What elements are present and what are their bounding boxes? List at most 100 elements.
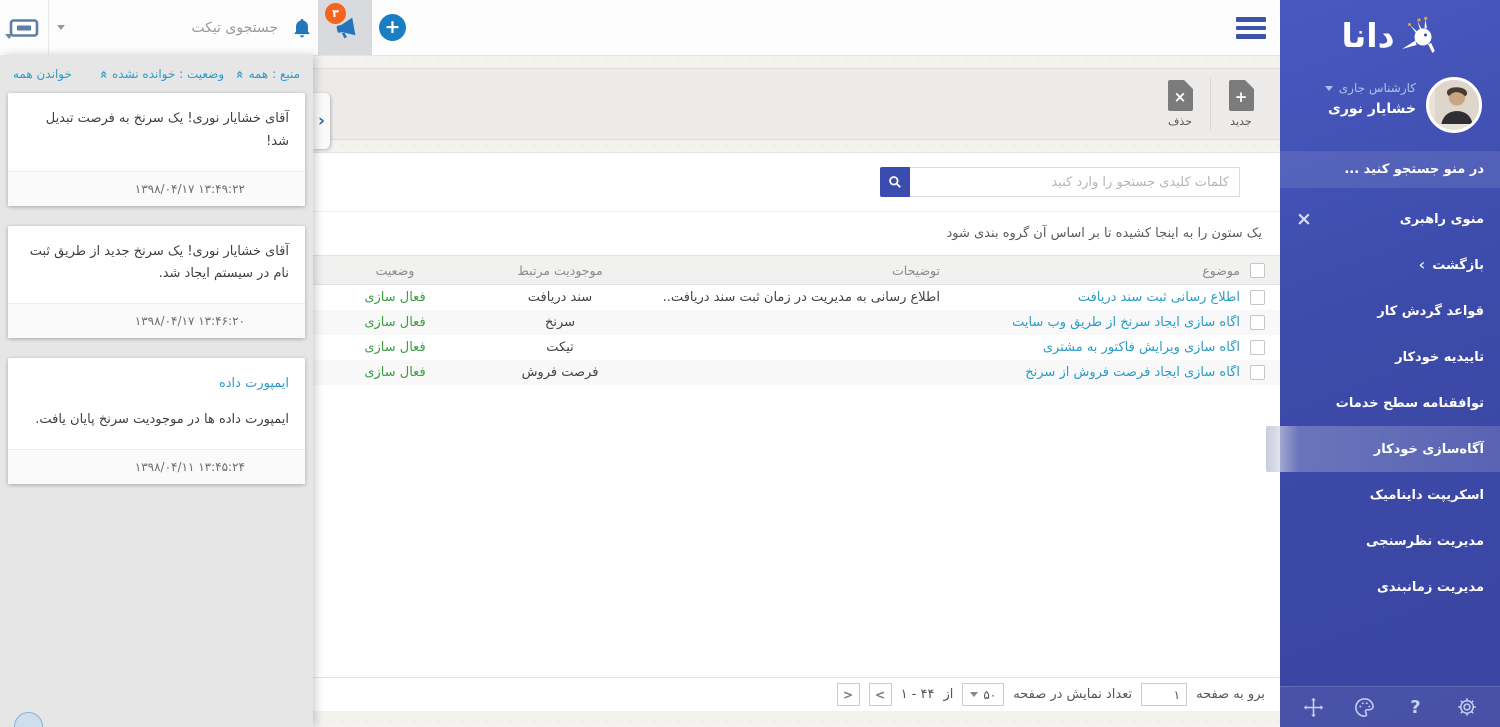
goto-page-input[interactable] xyxy=(1141,683,1187,706)
logo-text: دانا xyxy=(1341,16,1394,55)
notifications-bell-button[interactable] xyxy=(286,0,318,55)
row-subject-link[interactable]: اطلاع رسانی ثبت سند دریافت xyxy=(940,290,1240,305)
sidebar-item-label: توافقنامه سطح خدمات xyxy=(1336,396,1484,411)
quick-add-button[interactable]: + xyxy=(379,14,406,41)
ticket-caret-icon xyxy=(5,34,13,39)
chevron-right-icon: › xyxy=(1419,257,1426,273)
sidebar-item-navigation-menu[interactable]: منوی راهبری × xyxy=(1280,196,1500,242)
search-scope-caret-icon[interactable] xyxy=(57,25,65,30)
row-entity: تیکت xyxy=(465,340,655,355)
theme-button[interactable] xyxy=(1352,694,1378,720)
user-name: خشایار نوری xyxy=(1325,101,1416,117)
help-button[interactable]: ? xyxy=(1403,694,1429,720)
top-bar: ۳ + xyxy=(0,0,1280,56)
announcements-badge: ۳ xyxy=(325,3,346,24)
column-header-status[interactable]: وضعیت xyxy=(325,263,465,278)
close-icon[interactable]: × xyxy=(1296,210,1312,229)
filter-source[interactable]: منبع : همه « xyxy=(236,67,300,82)
next-page-button[interactable]: > xyxy=(869,683,892,706)
notification-card[interactable]: آقای خشایار نوری! یک سرنخ جدید از طریق ث… xyxy=(8,226,305,339)
announcements-button[interactable]: ۳ xyxy=(318,0,372,55)
sidebar-item-label: مدیریت نظرسنجی xyxy=(1366,534,1484,549)
keyword-search-row xyxy=(313,153,1280,212)
plus-icon: + xyxy=(1229,80,1254,111)
delete-button[interactable]: × حذف xyxy=(1151,80,1209,128)
sidebar-item-label: تاییدیه خودکار xyxy=(1395,350,1484,365)
menu-search-input[interactable] xyxy=(1280,151,1500,188)
column-header-entity[interactable]: موجودیت مرتبط xyxy=(465,263,655,278)
sidebar-item-label: مدیریت زمانبندی xyxy=(1377,580,1484,595)
collapse-panel-button[interactable]: ‹ xyxy=(313,93,330,149)
user-role-label: کارشناس جاری xyxy=(1339,81,1416,95)
prev-page-button[interactable]: < xyxy=(837,683,860,706)
pagination-bar: برو به صفحه تعداد نمایش در صفحه ۵۰ از ۱ … xyxy=(313,677,1280,711)
user-role-dropdown[interactable]: کارشناس جاری xyxy=(1325,81,1416,95)
settings-button[interactable] xyxy=(1454,694,1480,720)
notifications-filter-bar: منبع : همه « وضعیت : خوانده نشده « خواند… xyxy=(0,55,313,93)
filter-status[interactable]: وضعیت : خوانده نشده « xyxy=(100,67,225,82)
sidebar-item-workflow-rules[interactable]: قواعد گردش کار xyxy=(1280,288,1500,334)
search-button[interactable] xyxy=(880,167,910,197)
row-checkbox[interactable] xyxy=(1250,315,1265,330)
row-subject-link[interactable]: آگاه سازی ایجاد فرصت فروش از سرنخ xyxy=(940,365,1240,380)
row-entity: سند دریافت xyxy=(465,290,655,305)
bell-icon xyxy=(291,16,313,40)
row-status: فعال سازی xyxy=(325,315,465,330)
sidebar-item-label: منوی راهبری xyxy=(1400,212,1484,227)
column-header-description[interactable]: توضیحات xyxy=(655,263,940,278)
row-subject-link[interactable]: آگاه سازی ویرایش فاکتور به مشتری xyxy=(940,340,1240,355)
per-page-select[interactable]: ۵۰ xyxy=(962,683,1004,706)
ticket-search-input[interactable] xyxy=(72,0,292,55)
table-header-row: موضوع توضیحات موجودیت مرتبط وضعیت xyxy=(313,256,1280,285)
main-content: + جدید × حذف ‹ xyxy=(313,55,1280,727)
sidebar-item-sla[interactable]: توافقنامه سطح خدمات xyxy=(1280,380,1500,426)
sidebar-item-auto-notification[interactable]: آگاه‌سازی خودکار xyxy=(1266,426,1500,472)
sidebar-item-label: آگاه‌سازی خودکار xyxy=(1374,442,1484,457)
sidebar: دانا کارشناس جاری خشایار نوری xyxy=(1280,0,1500,727)
new-button-label: جدید xyxy=(1230,115,1251,128)
notification-card[interactable]: آقای خشایار نوری! یک سرنخ به فرصت تبدیل … xyxy=(8,93,305,206)
group-by-hint: یک ستون را به اینجا کشیده تا بر اساس آن … xyxy=(313,212,1280,256)
new-document-icon: + xyxy=(1229,80,1254,111)
notification-card[interactable]: ایمپورت داده ایمپورت داده ها در موجودیت … xyxy=(8,358,305,484)
row-checkbox[interactable] xyxy=(1250,290,1265,305)
row-entity: فرصت فروش xyxy=(465,365,655,380)
sidebar-item-dynamic-script[interactable]: اسکریپت داینامیک xyxy=(1280,472,1500,518)
keyword-search-input[interactable] xyxy=(910,167,1240,197)
ticket-type-selector[interactable] xyxy=(0,0,49,55)
table-row: آگاه سازی ویرایش فاکتور به مشتری تیکت فع… xyxy=(313,335,1280,360)
chevron-down-icon xyxy=(970,692,978,697)
per-page-label: تعداد نمایش در صفحه xyxy=(1013,687,1132,702)
row-status: فعال سازی xyxy=(325,340,465,355)
row-checkbox[interactable] xyxy=(1250,365,1265,380)
row-subject-link[interactable]: آگاه سازی ایجاد سرنخ از طریق وب سایت xyxy=(940,315,1240,330)
sidebar-item-survey-management[interactable]: مدیریت نظرسنجی xyxy=(1280,518,1500,564)
sidebar-item-schedule-management[interactable]: مدیریت زمانبندی xyxy=(1280,564,1500,610)
app-logo: دانا xyxy=(1280,0,1500,61)
sidebar-item-back[interactable]: بازگشت › xyxy=(1280,242,1500,288)
column-header-subject[interactable]: موضوع xyxy=(940,263,1240,278)
chevron-down-icon: « xyxy=(233,70,248,78)
move-button[interactable] xyxy=(1301,694,1327,720)
plus-icon: + xyxy=(385,18,401,37)
notification-timestamp: ۱۳۹۸/۰۴/۱۷ ۱۳:۴۶:۲۰ xyxy=(8,303,305,338)
delete-document-icon: × xyxy=(1168,80,1193,111)
range-value: ۱ - ۴۴ xyxy=(901,687,935,702)
select-all-checkbox[interactable] xyxy=(1250,263,1265,278)
notification-timestamp: ۱۳۹۸/۰۴/۱۱ ۱۳:۴۵:۲۴ xyxy=(8,449,305,484)
notification-text: ایمپورت داده ها در موجودیت سرنخ پایان یا… xyxy=(24,409,289,432)
search-icon xyxy=(888,175,902,189)
table-row: آگاه سازی ایجاد فرصت فروش از سرنخ فرصت ف… xyxy=(313,360,1280,385)
per-page-value: ۵۰ xyxy=(983,688,996,702)
sidebar-bottom-bar: ? xyxy=(1280,686,1500,727)
row-checkbox[interactable] xyxy=(1250,340,1265,355)
goto-page-label: برو به صفحه xyxy=(1196,687,1265,702)
row-description: اطلاع رسانی به مدیریت در زمان ثبت سند در… xyxy=(655,290,940,305)
range-of-label: از xyxy=(943,687,953,702)
menu-hamburger-button[interactable] xyxy=(1236,17,1266,39)
sidebar-item-auto-approval[interactable]: تاییدیه خودکار xyxy=(1280,334,1500,380)
chat-widget-button[interactable] xyxy=(14,712,43,727)
new-button[interactable]: + جدید xyxy=(1212,80,1270,128)
table-row: آگاه سازی ایجاد سرنخ از طریق وب سایت سرن… xyxy=(313,310,1280,335)
read-all-button[interactable]: خواندن همه xyxy=(13,67,72,81)
